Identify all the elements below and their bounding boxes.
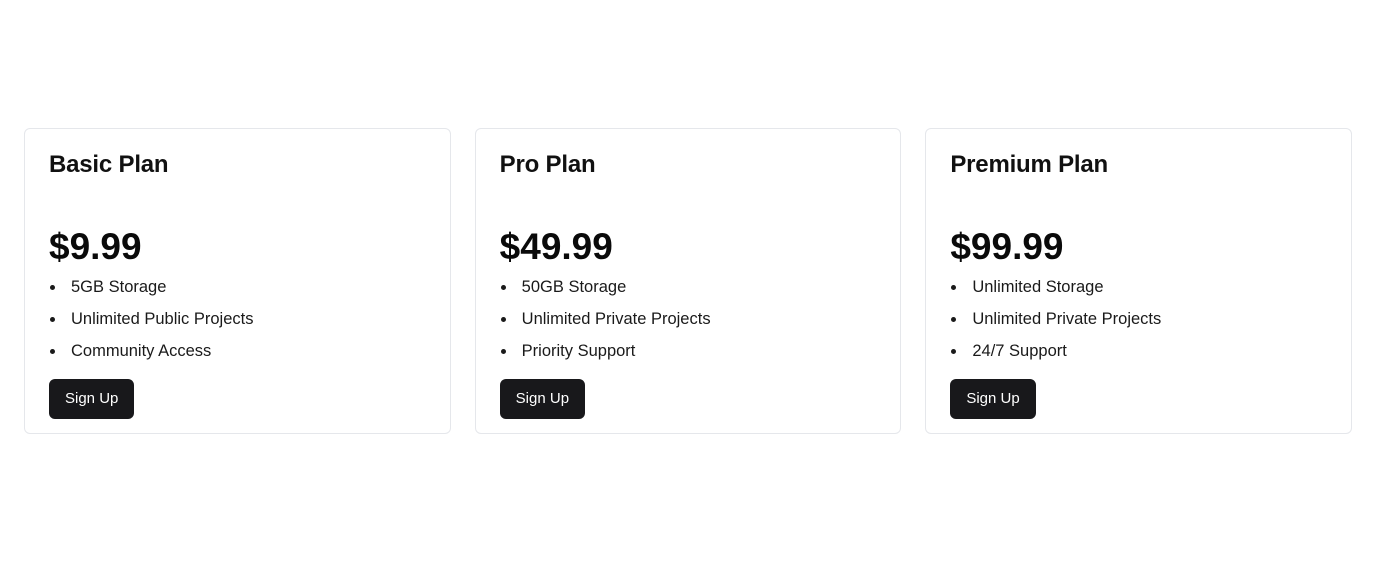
- feature-text: 50GB Storage: [521, 278, 627, 296]
- sign-up-button-premium[interactable]: Sign Up: [950, 379, 1036, 419]
- feature-text: Unlimited Public Projects: [71, 310, 254, 328]
- plan-title: Premium Plan: [950, 151, 1108, 178]
- plan-title: Basic Plan: [49, 151, 169, 178]
- feature-text: Community Access: [71, 342, 212, 360]
- bullet-icon: [50, 317, 55, 322]
- bullet-icon: [951, 349, 957, 354]
- plan-card-premium: Premium Plan $99.99 Unlimited Storage Un…: [925, 128, 1353, 434]
- bullet-icon: [500, 349, 506, 354]
- plan-title: Pro Plan: [499, 151, 596, 178]
- feature-text: Unlimited Private Projects: [521, 310, 711, 328]
- bullet-icon: [500, 285, 506, 290]
- feature-item: 5GB Storage: [49, 271, 426, 303]
- sign-up-button-basic[interactable]: Sign Up: [49, 379, 135, 419]
- feature-text: Unlimited Storage: [972, 278, 1104, 296]
- feature-item: 50GB Storage: [500, 271, 877, 303]
- feature-text: Priority Support: [521, 342, 636, 360]
- feature-item: Unlimited Private Projects: [500, 303, 877, 335]
- plan-price: $99.99: [950, 226, 1064, 267]
- feature-text: 24/7 Support: [972, 342, 1067, 360]
- sign-up-button-pro[interactable]: Sign Up: [499, 379, 586, 419]
- bullet-icon: [50, 285, 55, 290]
- feature-item: Community Access: [49, 335, 426, 367]
- feature-item: Priority Support: [500, 335, 877, 367]
- feature-item: Unlimited Public Projects: [49, 303, 426, 335]
- bullet-icon: [951, 285, 957, 290]
- feature-list: 50GB Storage Unlimited Private Projects …: [500, 271, 877, 367]
- plan-price: $49.99: [499, 226, 613, 267]
- feature-text: 5GB Storage: [71, 278, 167, 296]
- feature-text: Unlimited Private Projects: [972, 310, 1162, 328]
- feature-list: Unlimited Storage Unlimited Private Proj…: [950, 271, 1327, 367]
- feature-item: 24/7 Support: [950, 335, 1327, 367]
- pricing-plans: Basic Plan $9.99 5GB Storage Unlimited P…: [24, 128, 1353, 434]
- feature-item: Unlimited Private Projects: [950, 303, 1327, 335]
- bullet-icon: [50, 349, 55, 354]
- plan-price: $9.99: [49, 226, 142, 267]
- feature-item: Unlimited Storage: [950, 271, 1327, 303]
- feature-list: 5GB Storage Unlimited Public Projects Co…: [49, 271, 426, 367]
- plan-card-pro: Pro Plan $49.99 50GB Storage Unlimited P…: [474, 128, 902, 434]
- bullet-icon: [951, 317, 957, 322]
- bullet-icon: [500, 317, 506, 322]
- plan-card-basic: Basic Plan $9.99 5GB Storage Unlimited P…: [24, 128, 451, 434]
